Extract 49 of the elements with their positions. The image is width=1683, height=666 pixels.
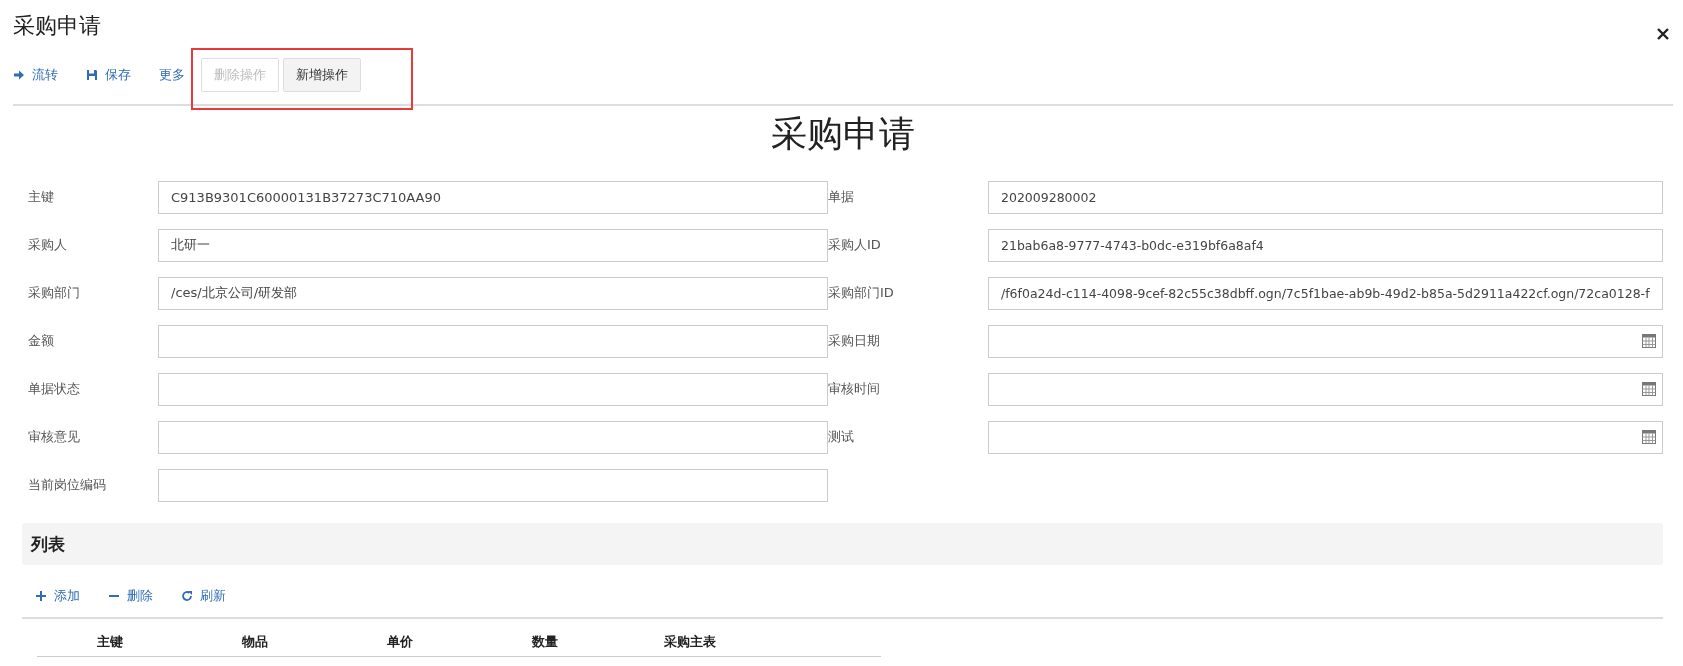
column-header: 单价 (385, 633, 414, 651)
toolbar-button[interactable]: 更多 (159, 62, 185, 88)
field-label: 采购部门ID (828, 284, 895, 302)
input-field[interactable]: /f6f0a24d-c114-4098-9cef-82c55c38dbff.ogn/7c5f1bae-ab9b-49d2-b85a-5d2911a422cf.ogn/72ca0128-f (988, 276, 1663, 310)
field-label: 主键 (27, 188, 55, 206)
toolbar-button[interactable]: 删除 (108, 583, 153, 609)
input-field[interactable] (988, 372, 1663, 406)
section-title: 列表 (31, 532, 65, 556)
column-header: 采购主表 (662, 633, 717, 651)
plus-icon (35, 590, 47, 602)
field-label: 审核意见 (27, 428, 81, 446)
input-field[interactable]: 21bab6a8-9777-4743-b0dc-e319bf6a8af4 (988, 228, 1663, 262)
input-field[interactable] (988, 324, 1663, 358)
input-field[interactable] (158, 324, 828, 358)
close-icon[interactable] (1656, 27, 1670, 41)
input-field[interactable] (158, 468, 828, 502)
column-header: 数量 (530, 633, 559, 651)
input-field[interactable]: 202009280002 (988, 180, 1663, 214)
toolbar-button[interactable]: 流转 (13, 62, 58, 88)
input-field[interactable]: 北研一 (158, 228, 828, 262)
field-label: 金额 (27, 332, 55, 350)
window-title: 采购申请 (13, 12, 101, 40)
calendar-icon[interactable] (1642, 382, 1656, 396)
save-icon (86, 69, 98, 81)
field-label: 采购日期 (828, 332, 881, 350)
column-header: 物品 (240, 633, 269, 651)
input-field[interactable] (988, 420, 1663, 454)
input-field[interactable] (158, 372, 828, 406)
field-label: 审核时间 (828, 380, 881, 398)
field-label: 当前岗位编码 (27, 476, 107, 494)
field-label: 采购人ID (828, 236, 882, 254)
arrow-right-icon (13, 69, 25, 81)
field-label: 单据状态 (27, 380, 81, 398)
input-field[interactable]: /ces/北京公司/研发部 (158, 276, 828, 310)
field-label: 测试 (828, 428, 855, 446)
field-label: 采购部门 (27, 284, 81, 302)
refresh-icon (181, 590, 193, 602)
column-header: 主键 (95, 633, 124, 651)
action-button[interactable]: 新增操作 (283, 58, 361, 92)
toolbar-button[interactable]: 保存 (86, 62, 131, 88)
calendar-icon[interactable] (1642, 334, 1656, 348)
field-label: 单据 (828, 188, 855, 206)
form-title: 采购申请 (771, 112, 915, 156)
input-field[interactable]: C913B9301C60000131B37273C710AA90 (158, 180, 828, 214)
toolbar-button[interactable]: 刷新 (181, 583, 226, 609)
calendar-icon[interactable] (1642, 430, 1656, 444)
toolbar-button[interactable]: 添加 (35, 583, 80, 609)
input-field[interactable] (158, 420, 828, 454)
field-label: 采购人 (27, 236, 68, 254)
